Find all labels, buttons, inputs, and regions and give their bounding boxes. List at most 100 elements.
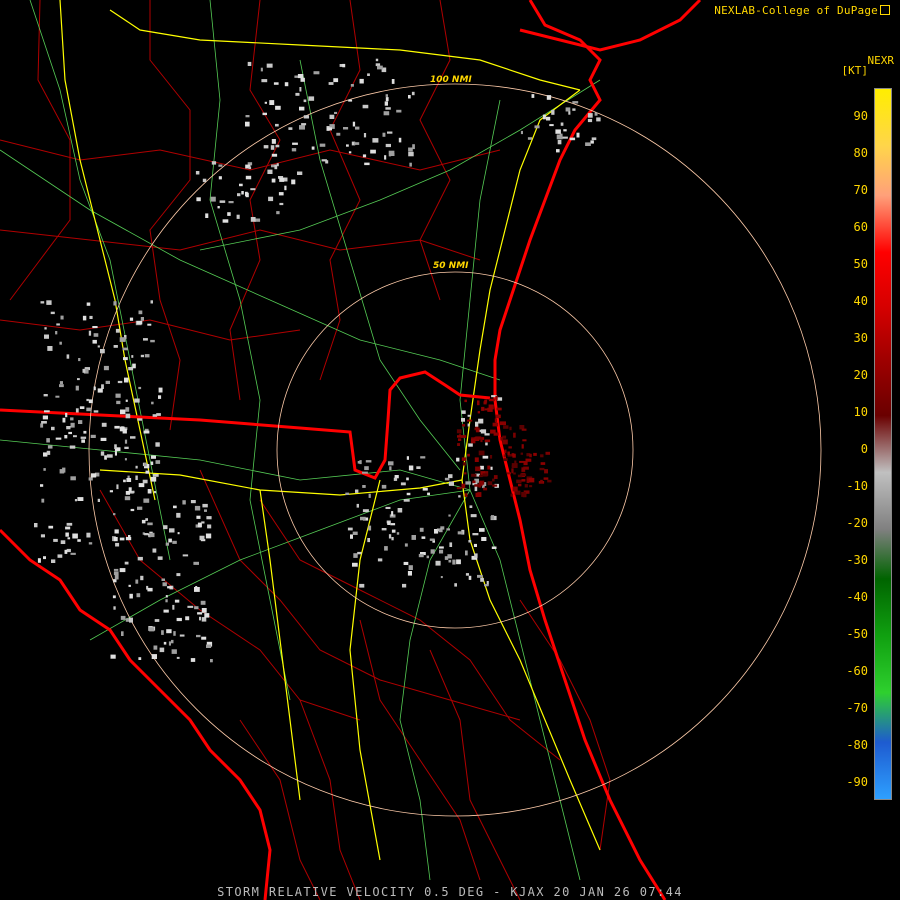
radar-return [497,397,503,401]
radar-return [138,483,145,488]
radar-return [245,175,252,180]
radar-return [153,645,158,650]
radar-return [109,490,113,493]
radar-return [356,503,359,508]
radar-return [372,138,379,143]
radar-return [329,114,335,119]
radar-return [75,408,79,413]
radar-return [93,386,96,391]
radar-return [360,516,366,521]
radar-return [113,579,117,583]
radar-return [487,481,493,486]
radar-return [429,538,435,541]
radar-return [202,178,207,183]
radar-return [41,498,45,503]
radar-return [511,465,517,468]
radar-return [521,479,526,482]
radar-return [522,439,527,442]
radar-return [348,151,352,154]
radar-return [363,133,367,138]
radar-return [452,559,456,565]
radar-return [155,442,160,447]
radar-return [125,399,128,402]
radar-return [86,302,91,306]
radar-return [150,300,153,304]
radar-return [512,453,516,458]
radar-return [65,412,68,418]
radar-return [303,115,309,119]
radar-return [408,95,411,99]
radar-return [503,425,509,429]
radar-return [470,514,477,518]
radar-return [546,116,551,121]
radar-return [134,398,140,403]
radar-return [381,484,387,489]
radar-return [218,176,222,180]
colorbar-tick: -50 [846,627,868,641]
radar-return [484,433,490,436]
radar-return [113,345,118,348]
radar-return [385,107,391,110]
radar-return [44,334,49,339]
radar-return [173,631,176,636]
radar-return [482,473,488,477]
radar-return [106,454,113,458]
radar-return [163,609,169,613]
radar-return [128,535,131,538]
radar-return [60,540,66,544]
highways [0,0,601,881]
product-label: NEXR [867,54,895,67]
radar-return [161,630,164,635]
radar-return [119,337,126,342]
radar-return [97,345,100,348]
radar-return [149,532,155,538]
radar-return [152,414,158,417]
radar-return [390,523,396,526]
radar-return [456,487,462,490]
radar-return [506,472,511,475]
radar-return [143,430,150,434]
colorbar-tick: -40 [846,590,868,604]
radar-return [297,74,304,79]
radar-return [182,554,189,557]
map-canvas: 100 NMI 50 NMI [0,0,822,900]
radar-return [126,478,132,482]
radar-return [472,480,476,484]
radar-return [147,587,153,592]
radar-return [527,137,532,140]
radar-return [140,575,144,581]
radar-return [381,528,387,531]
radar-return [129,593,133,599]
radar-return [79,406,85,409]
radar-return [263,145,269,149]
radar-return [475,436,482,440]
radar-return [77,539,81,542]
radar-return [120,409,126,415]
radar-return [297,171,303,175]
radar-return [398,137,402,143]
radar-return [576,132,580,138]
radar-return [384,155,387,160]
radar-return [406,456,409,460]
radar-return [165,599,168,603]
radar-return [448,559,452,563]
radar-return [334,111,338,114]
radar-return [172,540,177,544]
radar-return [474,484,479,487]
radar-return [273,82,279,85]
radar-return [467,419,473,422]
radar-return [89,315,93,319]
radar-return [113,537,118,542]
radar-return [150,476,157,482]
radar-return [140,354,144,358]
radar-return [46,300,52,305]
radar-return [124,496,131,501]
radar-return [585,142,591,146]
radar-return [132,490,135,494]
radar-return [162,582,167,587]
radar-return [461,457,467,461]
county-boundaries [0,0,611,900]
radar-return [492,478,495,482]
radar-return [140,317,144,321]
radar-return [403,499,410,502]
